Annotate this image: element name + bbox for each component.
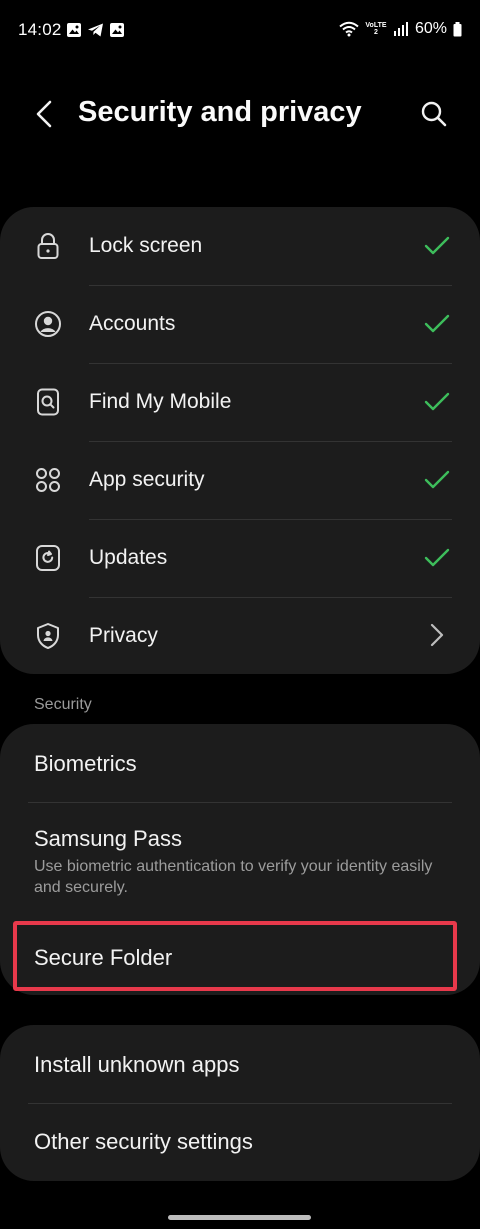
app-security-label: App security — [89, 468, 205, 491]
battery-icon — [453, 21, 462, 36]
status-right: VoLTE2 60% — [339, 20, 462, 38]
accounts-label: Accounts — [89, 312, 176, 335]
signal-icon — [393, 22, 408, 36]
check-icon — [424, 233, 450, 259]
biometrics-item[interactable]: Biometrics — [0, 724, 480, 802]
back-button[interactable] — [24, 94, 64, 134]
gallery-icon — [67, 23, 81, 37]
check-icon — [424, 311, 450, 337]
security-overview-card: Lock screen Accounts Find My Mobile App … — [0, 207, 480, 674]
security-card: Biometrics Samsung Pass Use biometric au… — [0, 724, 480, 995]
samsung-pass-label: Samsung Pass — [34, 826, 182, 851]
lock-icon — [33, 231, 63, 261]
status-time: 14:02 — [18, 20, 62, 39]
battery-percent: 60% — [414, 20, 447, 37]
status-bar: 14:02 VoLTE2 60% — [0, 0, 480, 60]
chevron-right-icon — [424, 622, 450, 648]
wifi-icon — [339, 21, 359, 37]
secure-folder-item[interactable]: Secure Folder — [0, 922, 480, 992]
back-arrow-icon — [36, 100, 52, 128]
updates-item[interactable]: Updates — [0, 519, 480, 597]
notification-icons — [66, 22, 125, 38]
telegram-icon — [88, 23, 103, 37]
check-icon — [424, 389, 450, 415]
volte-indicator: VoLTE2 — [365, 22, 387, 36]
security-section-header: Security — [34, 696, 92, 713]
biometrics-label: Biometrics — [34, 751, 137, 776]
app-security-icon — [33, 465, 63, 495]
search-icon — [421, 101, 447, 127]
other-security-card: Install unknown apps Other security sett… — [0, 1025, 480, 1181]
page-title: Security and privacy — [78, 96, 362, 128]
secure-folder-label: Secure Folder — [34, 945, 173, 970]
find-my-mobile-icon — [33, 387, 63, 417]
check-icon — [424, 467, 450, 493]
other-security-settings-item[interactable]: Other security settings — [0, 1103, 480, 1181]
lock-screen-item[interactable]: Lock screen — [0, 207, 480, 285]
other-security-settings-label: Other security settings — [34, 1129, 253, 1154]
app-header: Security and privacy — [0, 80, 480, 150]
gallery-icon — [110, 23, 124, 37]
accounts-item[interactable]: Accounts — [0, 285, 480, 363]
samsung-pass-description: Use biometric authentication to verify y… — [34, 858, 433, 896]
check-icon — [424, 545, 450, 571]
lock-screen-label: Lock screen — [89, 234, 203, 257]
privacy-shield-icon — [33, 621, 63, 651]
app-security-item[interactable]: App security — [0, 441, 480, 519]
updates-label: Updates — [89, 546, 168, 569]
find-my-mobile-label: Find My Mobile — [89, 390, 232, 413]
install-unknown-apps-item[interactable]: Install unknown apps — [0, 1025, 480, 1103]
find-my-mobile-item[interactable]: Find My Mobile — [0, 363, 480, 441]
privacy-item[interactable]: Privacy — [0, 597, 480, 674]
updates-icon — [33, 543, 63, 573]
search-button[interactable] — [414, 94, 454, 134]
samsung-pass-item[interactable]: Samsung Pass Use biometric authenticatio… — [0, 802, 480, 912]
install-unknown-apps-label: Install unknown apps — [34, 1052, 240, 1077]
home-gesture-bar[interactable] — [168, 1215, 311, 1220]
account-icon — [33, 309, 63, 339]
privacy-label: Privacy — [89, 624, 158, 647]
